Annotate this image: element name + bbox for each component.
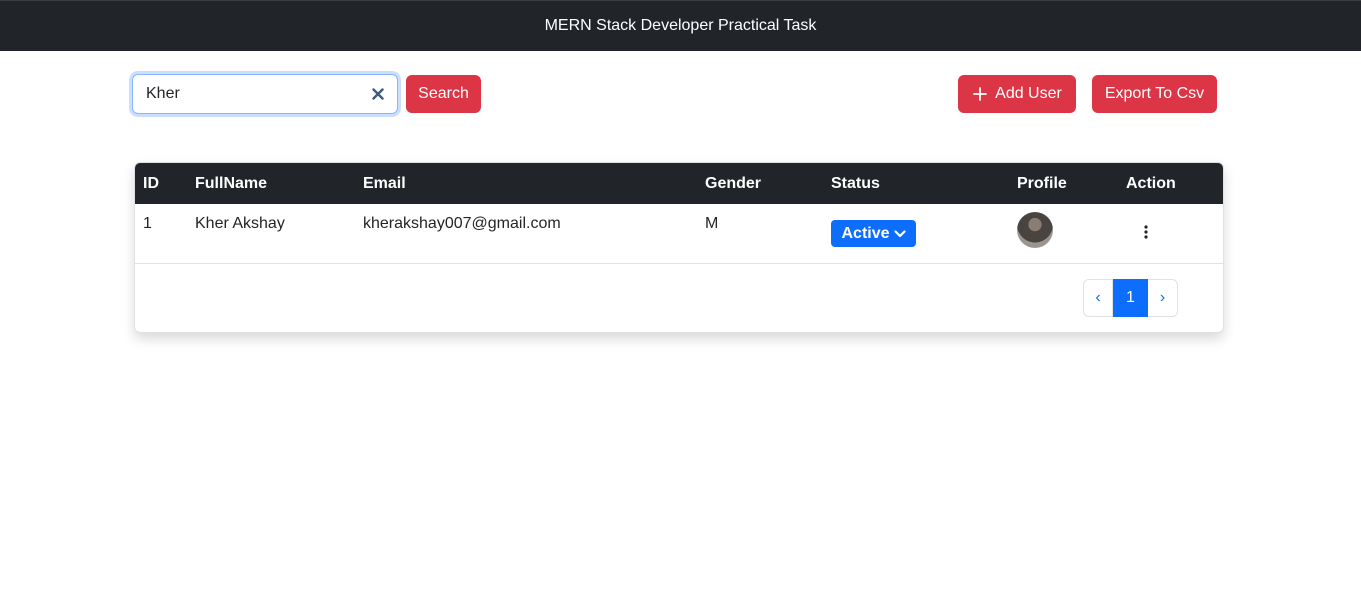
search-button[interactable]: Search (406, 75, 481, 113)
add-user-button[interactable]: Add User (958, 75, 1076, 113)
users-table-card: ID FullName Email Gender Status Profile … (134, 162, 1224, 333)
column-header-gender: Gender (705, 175, 762, 192)
column-header-fullname: FullName (195, 175, 268, 192)
cell-id: 1 (143, 215, 152, 232)
column-header-status: Status (831, 175, 880, 192)
clear-search-icon[interactable] (369, 85, 387, 103)
search-field[interactable] (132, 74, 398, 114)
column-header-id: ID (143, 175, 159, 192)
cell-email: kherakshay007@gmail.com (363, 215, 561, 232)
kebab-menu-icon[interactable] (1135, 222, 1157, 242)
column-header-email: Email (363, 175, 406, 192)
search-button-label: Search (418, 85, 469, 102)
table-header: ID FullName Email Gender Status Profile … (135, 163, 1223, 204)
pagination-next[interactable]: › (1148, 279, 1178, 317)
column-header-profile: Profile (1017, 175, 1067, 192)
app-title: MERN Stack Developer Practical Task (544, 17, 817, 34)
navbar: MERN Stack Developer Practical Task (0, 0, 1361, 51)
search-input[interactable] (133, 75, 363, 113)
cell-fullname: Kher Akshay (195, 215, 285, 232)
pagination-page-1[interactable]: 1 (1113, 279, 1148, 317)
status-dropdown-button[interactable]: Active (831, 220, 916, 247)
cell-gender: M (705, 215, 719, 232)
export-csv-label: Export To Csv (1104, 85, 1205, 102)
pagination: ‹ 1 › (1083, 279, 1178, 317)
plus-icon (972, 86, 988, 102)
pagination-prev[interactable]: ‹ (1083, 279, 1113, 317)
chevron-down-icon (893, 229, 906, 239)
column-header-action: Action (1126, 175, 1176, 192)
table-row: 1 Kher Akshay kherakshay007@gmail.com M … (135, 204, 1223, 264)
profile-avatar (1017, 212, 1053, 248)
export-csv-button[interactable]: Export To Csv (1092, 75, 1217, 113)
status-label: Active (841, 224, 890, 242)
add-user-label: Add User (995, 85, 1062, 102)
